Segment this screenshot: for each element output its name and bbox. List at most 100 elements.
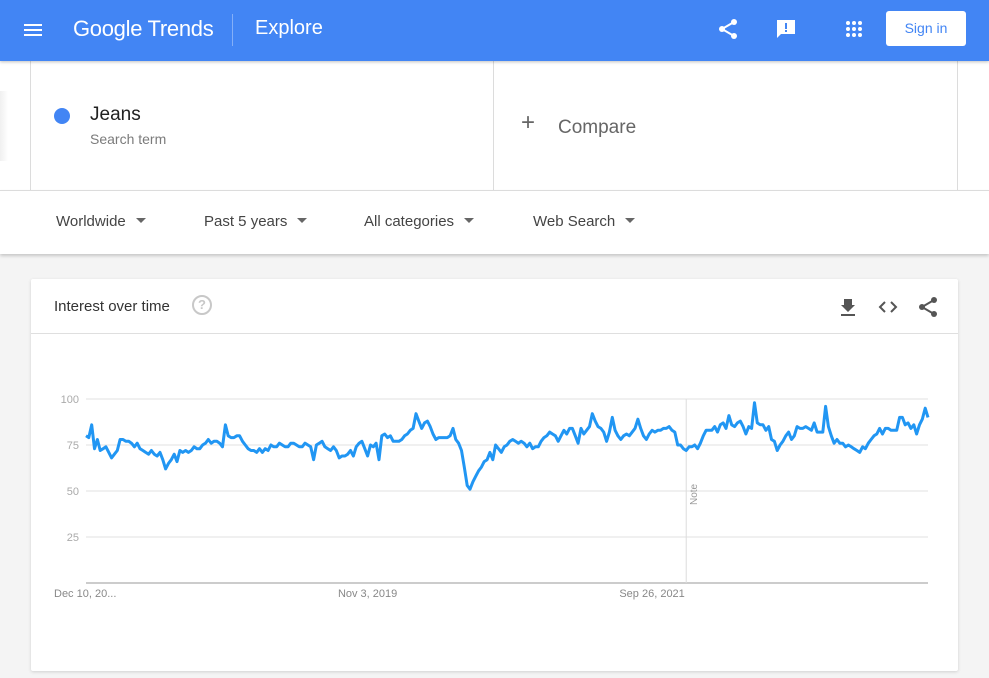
header-divider [232,14,233,46]
data-point [219,442,221,444]
data-point [463,466,465,468]
data-point [116,450,118,452]
data-point [216,440,218,442]
data-point [301,446,303,448]
data-point [554,435,556,437]
data-point [122,439,124,441]
data-point [648,433,650,435]
data-point [358,442,360,444]
data-point [187,451,189,453]
data-point [384,433,386,435]
data-point [480,466,482,468]
data-point [333,446,335,448]
share-icon[interactable] [716,17,740,41]
data-point [341,455,343,457]
data-point [406,433,408,435]
filter-time-range-dropdown[interactable]: Past 5 years [204,213,308,230]
data-point [509,440,511,442]
sign-in-button[interactable]: Sign in [886,11,966,46]
data-point [91,424,93,426]
filter-label: Worldwide [56,213,126,230]
data-point [754,402,756,404]
data-point [623,435,625,437]
data-point [651,429,653,431]
data-point [281,444,283,446]
data-point [324,446,326,448]
data-point [224,424,226,426]
data-point [529,442,531,444]
data-point [418,420,420,422]
data-point [608,431,610,433]
data-point [614,429,616,431]
filter-bar: Worldwide Past 5 years All categories We… [0,190,989,254]
data-point [495,444,497,446]
data-point [859,451,861,453]
filter-search-type-dropdown[interactable]: Web Search [533,213,636,230]
data-point [486,459,488,461]
search-term-name[interactable]: Jeans [90,104,141,126]
data-point [489,451,491,453]
data-point [626,433,628,435]
data-point [532,448,534,450]
data-point [185,450,187,452]
data-point [882,433,884,435]
data-point [808,427,810,429]
filter-region-dropdown[interactable]: Worldwide [56,213,146,230]
data-point [594,420,596,422]
data-point [506,444,508,446]
x-tick-label: Sep 26, 2021 [619,588,684,600]
filter-category-dropdown[interactable]: All categories [364,213,475,230]
data-point [913,424,915,426]
data-point [600,427,602,429]
data-point [520,440,522,442]
data-point [782,440,784,442]
hamburger-menu-icon[interactable] [22,19,46,43]
data-point [773,440,775,442]
data-point [759,424,761,426]
data-point [552,433,554,435]
data-point [685,450,687,452]
caret-down-icon [135,217,146,223]
data-point [671,429,673,431]
data-point [503,446,505,448]
data-point [919,424,921,426]
data-point [296,444,298,446]
data-point [213,440,215,442]
data-point [833,442,835,444]
data-point [705,429,707,431]
data-point [517,442,519,444]
data-point [603,431,605,433]
data-point [139,448,141,450]
data-point [830,435,832,437]
data-point [879,427,881,429]
data-point [199,448,201,450]
data-point [452,427,454,429]
data-point [446,437,448,439]
data-point [867,442,869,444]
data-point [327,448,329,450]
data-point [128,440,130,442]
apps-grid-icon[interactable] [842,17,866,41]
data-point [711,429,713,431]
google-trends-logo[interactable]: Google Trends [73,16,214,42]
data-point [856,450,858,452]
data-point [205,442,207,444]
data-point [113,453,115,455]
data-point [267,450,269,452]
data-point [606,440,608,442]
data-point [583,433,585,435]
search-term-card[interactable]: Jeans Search term [30,61,494,190]
feedback-icon[interactable] [774,17,798,41]
data-point [449,435,451,437]
filter-label: Web Search [533,213,616,230]
data-point [424,422,426,424]
data-point [244,444,246,446]
y-tick-label: 75 [67,440,79,452]
data-point [466,485,468,487]
data-point [96,439,98,441]
data-point [725,427,727,429]
data-point [660,429,662,431]
data-point [233,437,235,439]
data-point [571,427,573,429]
compare-button[interactable]: + Compare [494,61,958,190]
